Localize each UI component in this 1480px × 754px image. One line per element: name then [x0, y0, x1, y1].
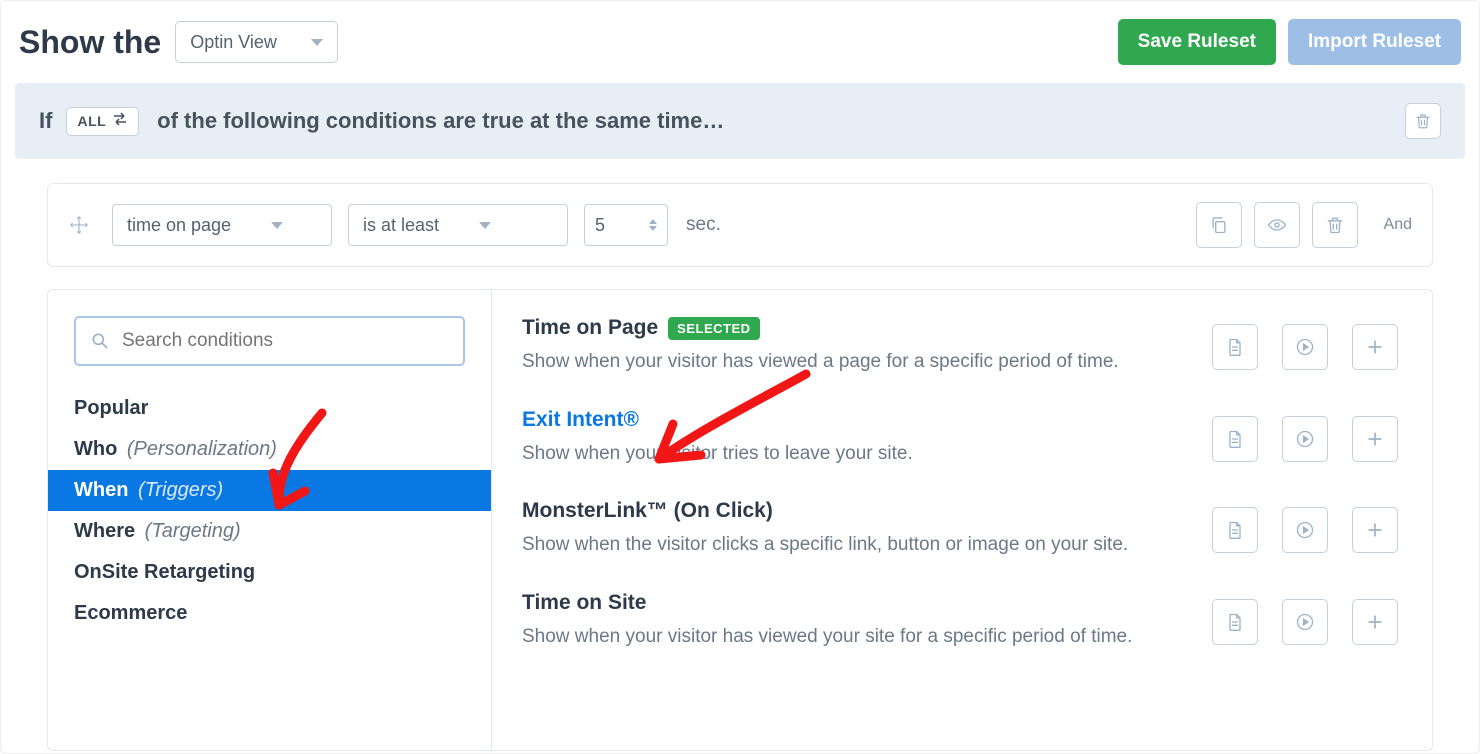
category-label: Ecommerce — [74, 602, 187, 624]
doc-icon — [1225, 520, 1245, 540]
save-ruleset-button[interactable]: Save Ruleset — [1118, 19, 1276, 65]
chevron-down-icon — [479, 222, 491, 229]
all-any-toggle[interactable]: ALL — [66, 107, 139, 136]
play-icon — [1295, 520, 1315, 540]
category-sidebar: PopularWho (Personalization)When (Trigge… — [48, 290, 492, 750]
all-toggle-label: ALL — [77, 113, 106, 129]
condition-bar: If ALL of the following conditions are t… — [15, 83, 1465, 159]
if-label: If — [39, 108, 52, 134]
copy-icon — [1209, 215, 1229, 235]
plus-icon — [1365, 337, 1385, 357]
category-item[interactable]: Ecommerce — [48, 593, 491, 634]
play-icon — [1295, 429, 1315, 449]
delete-ruleset-button[interactable] — [1405, 103, 1441, 139]
docs-button[interactable] — [1212, 599, 1258, 645]
plus-icon — [1365, 612, 1385, 632]
page-title: Show the — [19, 24, 161, 61]
add-condition-button[interactable] — [1352, 507, 1398, 553]
category-item[interactable]: Popular — [48, 388, 491, 429]
rule-operator-select[interactable]: is at least — [348, 204, 568, 246]
play-icon — [1295, 337, 1315, 357]
trash-icon — [1414, 112, 1432, 130]
import-ruleset-button[interactable]: Import Ruleset — [1288, 19, 1461, 65]
copy-rule-button[interactable] — [1196, 202, 1242, 248]
condition-item: Time on PageSELECTED Show when your visit… — [522, 316, 1410, 376]
category-item[interactable]: OnSite Retargeting — [48, 552, 491, 593]
condition-description: Show when your visitor has viewed your s… — [522, 623, 1192, 651]
preview-rule-button[interactable] — [1254, 202, 1300, 248]
docs-button[interactable] — [1212, 416, 1258, 462]
chevron-down-icon — [271, 222, 283, 229]
plus-icon — [1365, 429, 1385, 449]
category-sublabel: (Triggers) — [132, 479, 223, 501]
condition-title[interactable]: Exit Intent® — [522, 408, 1192, 432]
condition-bar-text: of the following conditions are true at … — [157, 108, 724, 134]
category-sublabel: (Targeting) — [139, 520, 241, 542]
drag-handle[interactable] — [68, 214, 90, 236]
category-label: Where — [74, 520, 135, 542]
condition-description: Show when your visitor has viewed a page… — [522, 348, 1192, 376]
doc-icon — [1225, 612, 1245, 632]
category-label: Popular — [74, 397, 148, 419]
condition-panel: PopularWho (Personalization)When (Trigge… — [47, 289, 1433, 751]
demo-button[interactable] — [1282, 324, 1328, 370]
condition-item: MonsterLink™ (On Click) Show when the vis… — [522, 499, 1410, 559]
category-item[interactable]: When (Triggers) — [48, 470, 491, 511]
selected-badge: SELECTED — [668, 317, 759, 340]
demo-button[interactable] — [1282, 507, 1328, 553]
chevron-down-icon — [311, 39, 323, 46]
condition-description: Show when your visitor tries to leave yo… — [522, 440, 1192, 468]
view-dropdown-label: Optin View — [190, 32, 277, 53]
and-label: And — [1384, 216, 1412, 234]
category-label: OnSite Retargeting — [74, 561, 255, 583]
search-conditions-field[interactable] — [74, 316, 465, 366]
condition-title: Time on PageSELECTED — [522, 316, 1192, 340]
swap-icon — [112, 112, 128, 131]
add-condition-button[interactable] — [1352, 416, 1398, 462]
demo-button[interactable] — [1282, 599, 1328, 645]
condition-item: Time on Site Show when your visitor has v… — [522, 591, 1410, 651]
view-dropdown[interactable]: Optin View — [175, 21, 338, 63]
rule-value: 5 — [595, 215, 605, 236]
add-condition-button[interactable] — [1352, 599, 1398, 645]
category-label: When — [74, 479, 128, 501]
trash-icon — [1325, 215, 1345, 235]
header-bar: Show the Optin View Save Ruleset Import … — [1, 1, 1479, 83]
demo-button[interactable] — [1282, 416, 1328, 462]
rule-type-select[interactable]: time on page — [112, 204, 332, 246]
condition-title: MonsterLink™ (On Click) — [522, 499, 1192, 523]
condition-description: Show when the visitor clicks a specific … — [522, 531, 1192, 559]
condition-title: Time on Site — [522, 591, 1192, 615]
category-item[interactable]: Who (Personalization) — [48, 429, 491, 470]
add-condition-button[interactable] — [1352, 324, 1398, 370]
rule-value-input[interactable]: 5 — [584, 204, 668, 246]
delete-rule-button[interactable] — [1312, 202, 1358, 248]
search-icon — [90, 331, 110, 351]
rule-unit-label: sec. — [686, 214, 721, 236]
doc-icon — [1225, 429, 1245, 449]
category-sublabel: (Personalization) — [121, 438, 277, 460]
rule-row: time on page is at least 5 sec. And — [47, 183, 1433, 267]
rule-type-label: time on page — [127, 215, 231, 236]
doc-icon — [1225, 337, 1245, 357]
play-icon — [1295, 612, 1315, 632]
spinner-up-icon — [649, 219, 657, 224]
eye-icon — [1267, 215, 1287, 235]
plus-icon — [1365, 520, 1385, 540]
condition-item: Exit Intent® Show when your visitor tries… — [522, 408, 1410, 468]
rule-operator-label: is at least — [363, 215, 439, 236]
category-item[interactable]: Where (Targeting) — [48, 511, 491, 552]
condition-list: Time on PageSELECTED Show when your visit… — [492, 290, 1432, 750]
search-input[interactable] — [122, 330, 449, 352]
docs-button[interactable] — [1212, 507, 1258, 553]
spinner-down-icon — [649, 226, 657, 231]
category-label: Who — [74, 438, 117, 460]
number-spinner[interactable] — [649, 219, 657, 231]
docs-button[interactable] — [1212, 324, 1258, 370]
